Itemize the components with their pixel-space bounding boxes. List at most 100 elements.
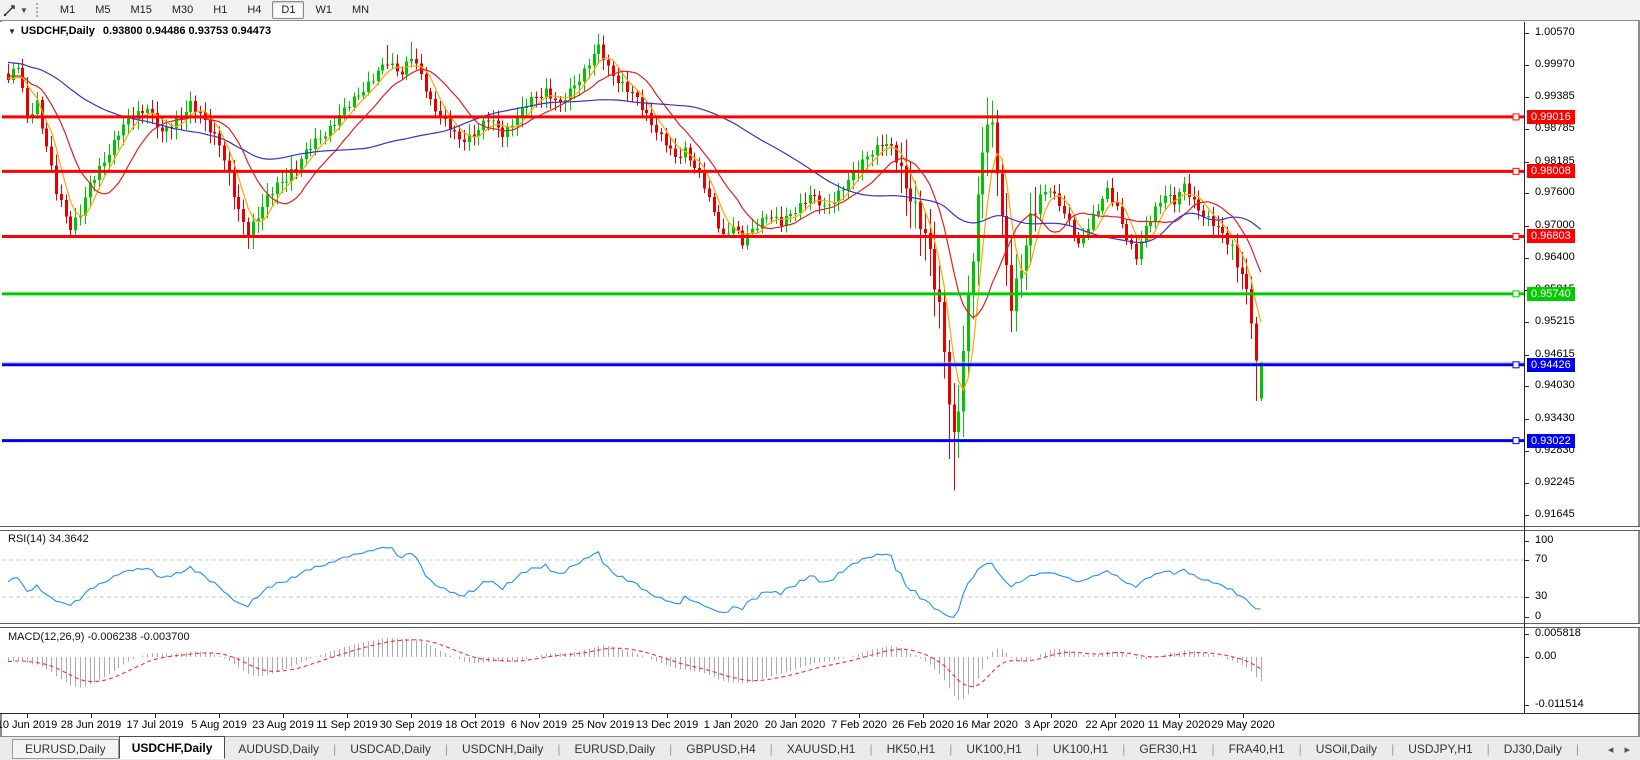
date-tick xyxy=(923,714,924,718)
tab-xauusd-h1[interactable]: XAUUSD,H1 xyxy=(774,739,869,759)
date-axis: 10 Jun 201928 Jun 201917 Jul 20195 Aug 2… xyxy=(0,713,1640,736)
price-level-badge: 0.93022 xyxy=(1527,434,1575,448)
tab-separator: | xyxy=(445,742,448,756)
price-level-badge: 0.95740 xyxy=(1527,287,1575,301)
date-label: 23 Aug 2019 xyxy=(252,719,314,731)
rsi-line xyxy=(8,547,1261,617)
tab-ger30-h1[interactable]: GER30,H1 xyxy=(1126,739,1210,759)
main-rsi-splitter[interactable] xyxy=(0,526,1640,531)
price-tick-label: 0.91645 xyxy=(1535,508,1575,520)
tabs-scroll-left-icon[interactable]: ◂ xyxy=(1608,744,1614,756)
price-tick-label: 0.96400 xyxy=(1535,251,1575,263)
tab-separator: | xyxy=(1576,742,1579,756)
tab-usdcad-daily[interactable]: USDCAD,Daily xyxy=(337,739,444,759)
tab-separator: | xyxy=(333,742,336,756)
tab-usoil-daily[interactable]: USOil,Daily xyxy=(1303,739,1390,759)
date-label: 6 Nov 2019 xyxy=(511,719,567,731)
tab-usdchf-daily[interactable]: USDCHF,Daily xyxy=(119,736,226,759)
tab-audusd-daily[interactable]: AUDUSD,Daily xyxy=(225,739,332,759)
macd-label: MACD(12,26,9) -0.006238 -0.003700 xyxy=(8,631,190,643)
tab-separator: | xyxy=(1391,742,1394,756)
timeframe-m1[interactable]: M1 xyxy=(51,1,84,19)
date-tick xyxy=(539,714,540,718)
date-tick xyxy=(1115,714,1116,718)
chart-tab-bar: EURUSD,DailyUSDCHF,DailyAUDUSD,Daily|USD… xyxy=(0,736,1640,760)
timeframe-buttons: M1M5M15M30H1H4D1W1MN xyxy=(50,1,379,19)
tab-eurusd-daily[interactable]: EURUSD,Daily xyxy=(12,739,119,759)
rsi-tick-label: 30 xyxy=(1535,590,1547,602)
date-label: 11 May 2020 xyxy=(1148,719,1211,731)
timeframe-m5[interactable]: M5 xyxy=(86,1,119,19)
price-level-badge: 0.94426 xyxy=(1527,358,1575,372)
toolbar: ▼ M1M5M15M30H1H4D1W1MN xyxy=(0,0,1640,21)
crosshair-tool-icon[interactable] xyxy=(2,2,18,18)
timeframe-d1[interactable]: D1 xyxy=(272,1,304,19)
macd-tick-label: 0.00 xyxy=(1535,650,1556,662)
symbol-timeframe-label: USDCHF,Daily xyxy=(21,25,95,37)
tab-usdcnh-daily[interactable]: USDCNH,Daily xyxy=(449,739,556,759)
hline-handle[interactable] xyxy=(1513,291,1519,297)
tab-separator: | xyxy=(557,742,560,756)
date-tick xyxy=(667,714,668,718)
timeframe-h4[interactable]: H4 xyxy=(238,1,270,19)
date-label: 26 Feb 2020 xyxy=(892,719,954,731)
date-tick xyxy=(731,714,732,718)
rsi-macd-splitter[interactable] xyxy=(0,623,1640,628)
timeframe-mn[interactable]: MN xyxy=(343,1,378,19)
date-label: 1 Jan 2020 xyxy=(704,719,758,731)
quote-panel-toggle-icon[interactable]: ▼ xyxy=(8,27,16,36)
price-tick-label: 0.95215 xyxy=(1535,315,1575,327)
toolbar-grip[interactable] xyxy=(36,3,42,17)
chevron-down-icon[interactable]: ▼ xyxy=(20,6,28,15)
hline-handle[interactable] xyxy=(1513,362,1519,368)
price-tick-label: 0.94030 xyxy=(1535,379,1575,391)
date-label: 25 Nov 2019 xyxy=(572,719,634,731)
price-tick-label: 0.97000 xyxy=(1535,219,1575,231)
tabs-scroll-right-icon[interactable]: ▸ xyxy=(1624,744,1630,756)
chart-tabs: EURUSD,DailyUSDCHF,DailyAUDUSD,Daily|USD… xyxy=(12,739,1580,759)
date-label: 18 Oct 2019 xyxy=(445,719,505,731)
tab-hk50-h1[interactable]: HK50,H1 xyxy=(874,739,949,759)
date-tick xyxy=(795,714,796,718)
tab-fra40-h1[interactable]: FRA40,H1 xyxy=(1216,739,1298,759)
timeframe-m15[interactable]: M15 xyxy=(121,1,160,19)
rsi-indicator-panel xyxy=(0,529,1528,623)
date-tick xyxy=(27,714,28,718)
tab-usdjpy-h1[interactable]: USDJPY,H1 xyxy=(1395,739,1485,759)
hline-handle[interactable] xyxy=(1513,438,1519,444)
date-label: 30 Sep 2019 xyxy=(380,719,442,731)
date-tick xyxy=(859,714,860,718)
mt4-chart-window: ▼ M1M5M15M30H1H4D1W1MN ▼ USDCHF,Daily 0.93… xyxy=(0,0,1640,760)
date-label: 20 Jan 2020 xyxy=(765,719,826,731)
ohlc-quote: 0.93800 0.94486 0.93753 0.94473 xyxy=(103,25,271,37)
date-label: 22 Apr 2020 xyxy=(1085,719,1144,731)
timeframe-m30[interactable]: M30 xyxy=(163,1,202,19)
hline-handle[interactable] xyxy=(1513,168,1519,174)
date-label: 7 Feb 2020 xyxy=(831,719,887,731)
date-tick xyxy=(347,714,348,718)
tab-uk100-h1[interactable]: UK100,H1 xyxy=(1040,739,1121,759)
rsi-tick-label: 0 xyxy=(1535,610,1541,622)
rsi-tick-label: 100 xyxy=(1535,534,1553,546)
crosshair-tool-glyph xyxy=(2,2,18,18)
hline-handle[interactable] xyxy=(1513,114,1519,120)
tab-scroll-arrows: ◂ ▸ xyxy=(1600,743,1640,756)
macd-indicator-panel xyxy=(0,627,1528,713)
date-tick xyxy=(987,714,988,718)
hline-handle[interactable] xyxy=(1513,233,1519,239)
tab-eurusd-daily[interactable]: EURUSD,Daily xyxy=(561,739,668,759)
date-tick xyxy=(1243,714,1244,718)
price-tick-label: 0.94615 xyxy=(1535,348,1575,360)
tab-dj30-daily[interactable]: DJ30,Daily xyxy=(1491,739,1575,759)
timeframe-w1[interactable]: W1 xyxy=(306,1,341,19)
tab-uk100-h1[interactable]: UK100,H1 xyxy=(953,739,1034,759)
date-tick xyxy=(283,714,284,718)
date-tick xyxy=(411,714,412,718)
tab-separator: | xyxy=(949,742,952,756)
tab-gbpusd-h4[interactable]: GBPUSD,H4 xyxy=(673,739,768,759)
price-level-badge: 0.99016 xyxy=(1527,110,1575,124)
tab-separator: | xyxy=(1211,742,1214,756)
date-label: 11 Sep 2019 xyxy=(316,719,378,731)
price-tick-label: 0.97600 xyxy=(1535,186,1575,198)
timeframe-h1[interactable]: H1 xyxy=(204,1,236,19)
